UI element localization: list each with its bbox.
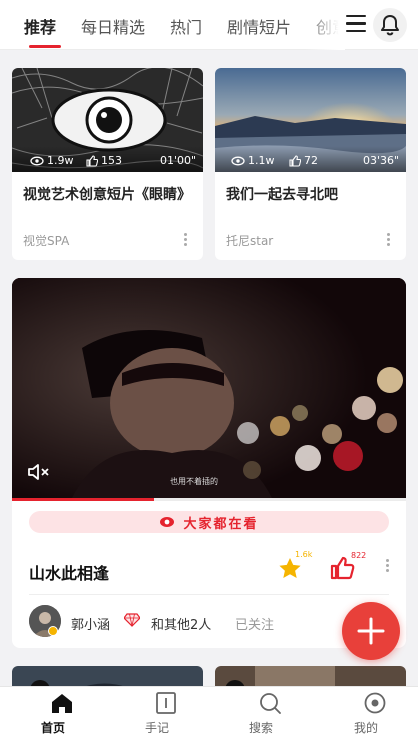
video-title[interactable]: 我们一起去寻北吧 bbox=[226, 184, 398, 206]
nav-notes[interactable]: 手记 bbox=[127, 692, 187, 735]
video-thumbnail-eye[interactable]: 1.9w 153 01'00" bbox=[12, 68, 203, 172]
nav-notes-label: 手记 bbox=[144, 721, 169, 735]
nav-home[interactable]: 首页 bbox=[23, 692, 83, 735]
bell-icon bbox=[381, 15, 399, 36]
like-count-text: 153 bbox=[101, 154, 122, 167]
eye-icon bbox=[231, 156, 245, 165]
video-stats: 1.9w 153 01'00" bbox=[12, 146, 203, 172]
duration-text: 01'00" bbox=[160, 154, 197, 167]
tab-drama-shorts[interactable]: 剧情短片 bbox=[227, 14, 291, 38]
mute-icon[interactable] bbox=[26, 462, 52, 482]
subtitle-overlay: 也用不着插的 bbox=[170, 476, 218, 486]
like-count-text: 72 bbox=[304, 154, 318, 167]
nav-search[interactable]: 搜索 bbox=[231, 692, 291, 735]
nav-search-label: 搜索 bbox=[248, 721, 273, 735]
nav-profile-label: 我的 bbox=[353, 721, 378, 735]
more-options-icon[interactable] bbox=[387, 233, 391, 247]
video-stats: 1.1w 72 03'36" bbox=[215, 146, 406, 172]
nav-profile[interactable]: 我的 bbox=[336, 692, 396, 735]
thumbs-up-icon bbox=[289, 154, 301, 167]
view-count: 1.1w bbox=[231, 154, 275, 167]
eye-icon bbox=[30, 156, 44, 165]
tab-hot[interactable]: 热门 bbox=[170, 14, 202, 38]
divider bbox=[29, 594, 389, 595]
collaborators-text[interactable]: 和其他2人 bbox=[151, 614, 211, 633]
diamond-badge-icon bbox=[124, 613, 140, 627]
tab-recommend[interactable]: 推荐 bbox=[24, 14, 56, 38]
featured-video-card: 也用不着插的 大家都在看 山水此相逢 1.6k 822 郭小涵 和其他2人 已关… bbox=[12, 278, 406, 648]
like-count: 822 bbox=[351, 551, 367, 560]
menu-icon[interactable] bbox=[346, 15, 366, 33]
video-thumbnail-sunset[interactable]: 1.1w 72 03'36" bbox=[215, 68, 406, 172]
search-icon bbox=[260, 693, 281, 714]
author-name[interactable]: 托尼star bbox=[226, 232, 273, 249]
author-name[interactable]: 视觉SPA bbox=[23, 232, 69, 249]
star-icon[interactable] bbox=[278, 557, 302, 580]
more-options-icon[interactable] bbox=[184, 233, 188, 247]
view-count-text: 1.1w bbox=[248, 154, 275, 167]
video-progress-fill bbox=[12, 498, 154, 501]
video-title[interactable]: 视觉艺术创意短片《眼睛》 bbox=[23, 184, 195, 206]
top-tab-bar: 推荐 每日精选 热门 剧情短片 创意 bbox=[0, 0, 418, 50]
like-count: 153 bbox=[86, 154, 122, 167]
thumbs-up-icon bbox=[86, 154, 98, 167]
notebook-icon bbox=[156, 692, 176, 714]
trending-badge: 大家都在看 bbox=[29, 511, 389, 533]
create-post-button[interactable] bbox=[342, 602, 400, 660]
category-tabs: 推荐 每日精选 热门 剧情短片 创意 bbox=[0, 0, 345, 50]
verified-badge-icon bbox=[48, 626, 58, 636]
tab-daily-picks[interactable]: 每日精选 bbox=[81, 14, 145, 38]
app-screen: 推荐 每日精选 热门 剧情短片 创意 bbox=[0, 0, 418, 741]
notification-button[interactable] bbox=[373, 8, 407, 42]
follow-status[interactable]: 已关注 bbox=[235, 614, 274, 633]
view-count: 1.9w bbox=[30, 154, 74, 167]
nav-home-label: 首页 bbox=[40, 721, 65, 735]
featured-video-title[interactable]: 山水此相逢 bbox=[29, 560, 109, 584]
plus-icon bbox=[357, 617, 385, 645]
trending-badge-text: 大家都在看 bbox=[183, 516, 259, 532]
video-progress-bar[interactable] bbox=[12, 498, 406, 501]
eye-badge-icon bbox=[160, 517, 175, 527]
view-count-text: 1.9w bbox=[47, 154, 74, 167]
tabs-fade bbox=[305, 0, 345, 50]
home-icon bbox=[52, 694, 72, 713]
profile-icon bbox=[364, 692, 386, 714]
like-count: 72 bbox=[289, 154, 318, 167]
active-tab-indicator bbox=[29, 45, 61, 48]
video-card[interactable]: 1.1w 72 03'36" 我们一起去寻北吧 托尼star bbox=[215, 68, 406, 260]
favorite-count: 1.6k bbox=[295, 550, 313, 559]
bottom-navigation: 首页 手记 搜索 我的 bbox=[0, 686, 418, 741]
video-card[interactable]: 1.9w 153 01'00" 视觉艺术创意短片《眼睛》 视觉SPA bbox=[12, 68, 203, 260]
video-player[interactable]: 也用不着插的 bbox=[12, 278, 406, 498]
featured-author-name[interactable]: 郭小涵 bbox=[71, 614, 110, 633]
duration-text: 03'36" bbox=[363, 154, 400, 167]
more-options-icon[interactable] bbox=[386, 559, 390, 573]
